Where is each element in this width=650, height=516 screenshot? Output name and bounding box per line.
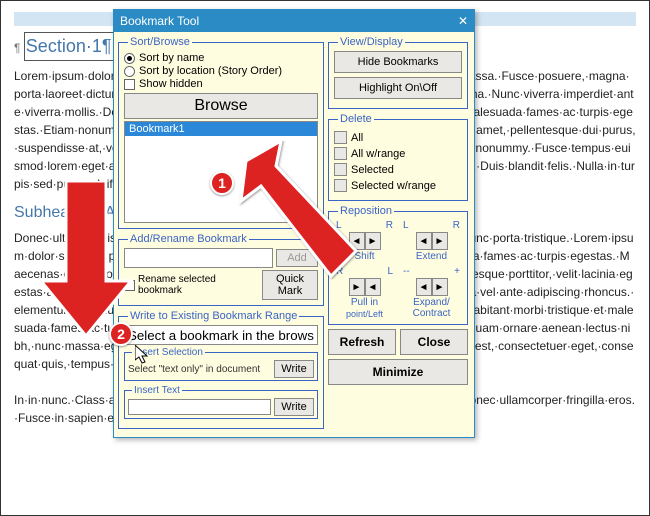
pull-in-label: Pull in [334, 297, 395, 308]
repo-l: L [403, 220, 409, 231]
section-heading: Section·1¶ [26, 36, 112, 56]
delete-legend: Delete [338, 113, 374, 125]
view-display-group: View/Display Hide Bookmarks Highlight On… [328, 36, 468, 109]
repo-minus: -- [403, 266, 410, 277]
minimize-button[interactable]: Minimize [328, 359, 468, 385]
sort-by-location-radio[interactable]: Sort by location (Story Order) [124, 65, 318, 77]
write-existing-group: Write to Existing Bookmark Range Insert … [118, 310, 324, 429]
expand-contract-label: Expand/ Contract [401, 297, 462, 319]
titlebar[interactable]: Bookmark Tool ✕ [114, 10, 474, 32]
highlight-toggle-button[interactable]: Highlight On\Off [334, 77, 462, 99]
insert-text-legend: Insert Text [132, 385, 182, 396]
hide-bookmarks-button[interactable]: Hide Bookmarks [334, 51, 462, 73]
refresh-button[interactable]: Refresh [328, 329, 396, 355]
write-existing-legend: Write to Existing Bookmark Range [128, 310, 299, 322]
close-icon[interactable]: ✕ [458, 14, 468, 28]
repo-r: R [386, 220, 393, 231]
repo-r: R [453, 220, 460, 231]
extend-left-button[interactable]: ◄ [416, 232, 432, 250]
extend-right-button[interactable]: ► [432, 232, 448, 250]
pull-in-left-button[interactable]: ◄ [365, 278, 381, 296]
view-display-legend: View/Display [338, 36, 405, 48]
dialog-title: Bookmark Tool [120, 14, 199, 28]
list-item[interactable]: Bookmark1 [125, 122, 317, 136]
sort-by-name-radio[interactable]: Sort by name [124, 52, 318, 64]
sort-browse-legend: Sort/Browse [128, 36, 192, 48]
browse-button[interactable]: Browse [124, 93, 318, 119]
section-heading-box: Section·1¶ [24, 32, 114, 61]
callout-number-2: 2 [109, 322, 133, 346]
repo-plus: + [454, 266, 460, 277]
insert-selection-group: Insert Selection Select "text only" in d… [124, 347, 318, 381]
radio-icon [124, 53, 135, 64]
extend-label: Extend [401, 251, 462, 262]
add-rename-legend: Add/Rename Bookmark [128, 233, 249, 245]
expand-button[interactable]: ► [432, 278, 448, 296]
cursor-icon [135, 345, 151, 368]
insert-text-group: Insert Text Write [124, 385, 318, 419]
close-button[interactable]: Close [400, 329, 468, 355]
radio-label: Sort by name [139, 52, 204, 64]
point-left-label: point/Left [334, 309, 395, 319]
checkbox-label: Show hidden [139, 78, 203, 90]
callout-number-1: 1 [210, 171, 234, 195]
write-hint-field [124, 325, 318, 345]
callout-arrow-1 [236, 141, 366, 281]
pilcrow: ¶ [14, 41, 20, 55]
show-hidden-checkbox[interactable]: Show hidden [124, 78, 318, 90]
contract-button[interactable]: ◄ [416, 278, 432, 296]
repo-l: L [387, 266, 393, 277]
checkbox-icon [124, 79, 135, 90]
radio-label: Sort by location (Story Order) [139, 65, 282, 77]
write-text-button[interactable]: Write [274, 398, 314, 416]
radio-icon [124, 66, 135, 77]
write-selection-button[interactable]: Write [274, 360, 314, 378]
shift-right-button[interactable]: ► [365, 232, 381, 250]
insert-text-input[interactable] [128, 399, 271, 415]
callout-arrow-2 [36, 181, 136, 341]
